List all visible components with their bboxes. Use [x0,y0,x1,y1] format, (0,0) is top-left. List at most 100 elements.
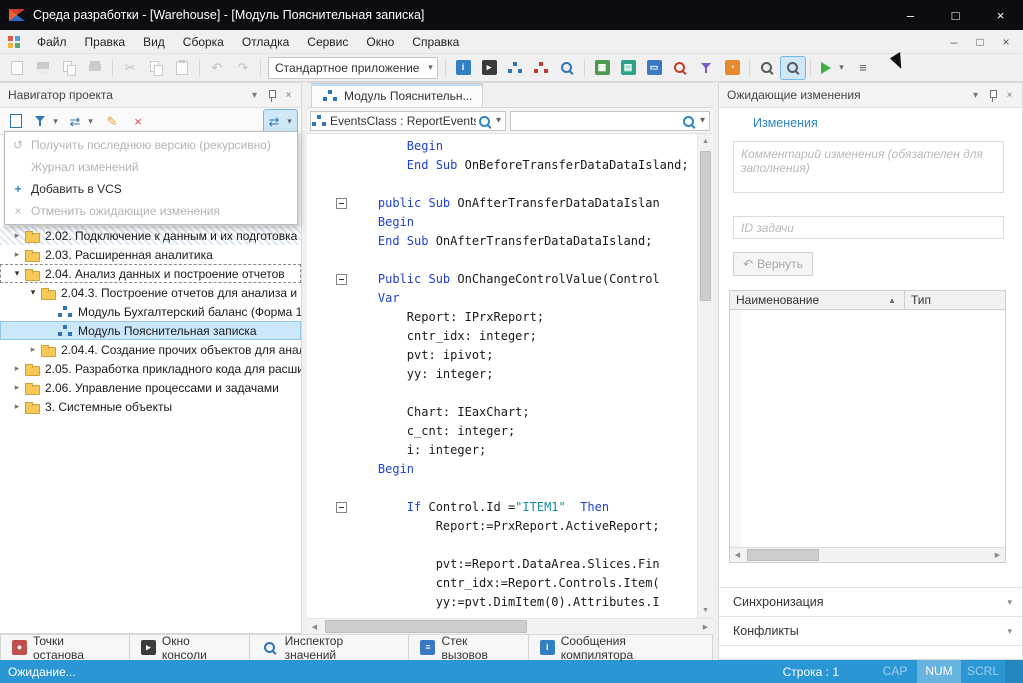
table-button[interactable]: ▦ [590,57,614,79]
value-inspector-tab[interactable]: Инспектор значений [250,635,410,660]
object-navigator-button[interactable] [503,57,527,79]
grid-scroll-thumb[interactable] [747,549,819,561]
screen-search-button[interactable] [755,57,779,79]
call-stack-tab[interactable]: ≡Стек вызовов [409,635,528,660]
changes-link[interactable]: Изменения [753,116,1022,130]
cut-button[interactable]: ✂ [118,57,142,79]
form-button[interactable]: ▭ [642,57,666,79]
navigator-pin-icon[interactable] [263,87,280,104]
navigator-close-icon[interactable]: × [280,87,297,104]
editor-tab-module[interactable]: Модуль Пояснительн... [311,83,483,107]
fold-toggle[interactable] [333,198,349,209]
horizontal-scroll-thumb[interactable] [325,620,527,633]
console-button[interactable]: ▸ [477,57,501,79]
menubar-item-build[interactable]: Сборка [174,31,233,53]
report-button[interactable]: ▤ [616,57,640,79]
code-area[interactable]: Begin End Sub OnBeforeTransferDataDataIs… [307,134,697,618]
help-button[interactable]: i [451,57,475,79]
status-toggle-scrl[interactable]: SCRL [961,660,1005,683]
tree-item[interactable]: ▾2.04. Анализ данных и построение отчето… [0,264,301,283]
tree-item[interactable]: ▸2.05. Разработка прикладного кода для р… [0,359,301,378]
scroll-up-icon[interactable]: ▲ [698,134,713,149]
run-settings-button[interactable]: ≡ [851,57,875,79]
print-button[interactable] [83,57,107,79]
editor-search-input[interactable] [511,112,680,130]
dependencies-button[interactable] [529,57,553,79]
breakpoints-tab[interactable]: ●Точки останова [0,635,130,660]
tree-item[interactable]: Модуль Бухгалтерский баланс (Форма 1) [0,302,301,321]
paste-button[interactable] [170,57,194,79]
tree-collapse-icon[interactable]: ▾ [26,287,40,298]
menubar-item-view[interactable]: Вид [134,31,174,53]
console-tab[interactable]: ▸Окно консоли [130,635,250,660]
tree-item[interactable]: ▸2.03. Расширенная аналитика [0,245,301,264]
task-id-input[interactable] [733,216,1004,239]
grid-scroll-right-icon[interactable]: ▶ [990,549,1005,562]
compiler-messages-tab[interactable]: iСообщения компилятора [529,635,713,660]
create-object-button[interactable] [4,110,28,132]
scroll-down-icon[interactable]: ▼ [698,603,713,618]
tree-expand-icon[interactable]: ▸ [10,401,24,412]
menubar-item-edit[interactable]: Правка [76,31,135,53]
tree-item[interactable]: ▸2.06. Управление процессами и задачами [0,378,301,397]
tree-item[interactable]: Модуль Пояснительная записка [0,321,301,340]
new-document-button[interactable] [5,57,29,79]
events-class-combo[interactable]: EventsClass : ReportEvents ▾ [310,111,506,131]
search-icon[interactable] [680,113,696,129]
grid-body[interactable] [730,310,1005,547]
menubar-item-help[interactable]: Справка [403,31,468,53]
filter-objects-button[interactable] [694,57,718,79]
window-search-button[interactable] [781,57,805,79]
fold-toggle[interactable] [333,502,349,513]
tree-item[interactable]: ▾2.04.3. Построение отчетов для анализа … [0,283,301,302]
mdi-close-button[interactable]: × [993,31,1019,53]
pending-pin-icon[interactable] [984,87,1001,104]
tree-item[interactable]: ▸3. Системные объекты [0,397,301,416]
pending-menu-icon[interactable]: ▾ [967,87,984,104]
vertical-scroll-thumb[interactable] [700,151,711,301]
section-synchronization[interactable]: Синхронизация ▾ [719,587,1022,616]
scheduler-button[interactable]: ◔ [720,57,744,79]
find-in-code-button[interactable] [668,57,692,79]
menubar-item-file[interactable]: Файл [28,31,76,53]
search-objects-button[interactable] [555,57,579,79]
edit-button[interactable]: ✎ [100,110,124,132]
undo-button[interactable]: ↶ [205,57,229,79]
tree-expand-icon[interactable]: ▸ [10,249,24,260]
chevron-down-icon[interactable]: ▾ [696,115,709,126]
status-toggle-cap[interactable]: CAP [873,660,917,683]
grid-scroll-left-icon[interactable]: ◀ [730,549,745,562]
section-conflicts[interactable]: Конфликты ▾ [719,616,1022,646]
status-toggle-num[interactable]: NUM [917,660,961,683]
filter-button[interactable]: ▾ [30,110,63,132]
export-button[interactable] [57,57,81,79]
grid-horizontal-scrollbar[interactable]: ◀ ▶ [730,547,1005,562]
scroll-left-icon[interactable]: ◀ [307,619,322,634]
run-button[interactable]: ▾ [816,57,849,79]
navigator-menu-icon[interactable]: ▾ [246,87,263,104]
close-button[interactable]: × [978,0,1023,30]
scroll-right-icon[interactable]: ▶ [698,619,713,634]
vcs-button[interactable]: ⇄▾ [65,110,98,132]
pending-close-icon[interactable]: × [1001,87,1018,104]
tree-collapse-icon[interactable]: ▾ [10,268,24,279]
menubar-item-service[interactable]: Сервис [298,31,357,53]
editor-search-box[interactable]: ▾ [510,111,710,131]
redo-button[interactable]: ↷ [231,57,255,79]
tree-item[interactable]: ▸2.02. Подключение к данным и их подгото… [0,226,301,245]
grid-column-type[interactable]: Тип [905,291,1005,309]
configuration-combo[interactable]: Стандартное приложение▾ [268,57,438,79]
pending-actions-menu-button[interactable]: ⇄▾ [264,110,297,132]
maximize-button[interactable]: □ [933,0,978,30]
copy-button[interactable] [144,57,168,79]
mdi-minimize-button[interactable]: – [941,31,967,53]
menubar-item-window[interactable]: Окно [357,31,403,53]
tree-expand-icon[interactable]: ▸ [26,344,40,355]
editor-horizontal-scrollbar[interactable]: ◀ ▶ [307,618,713,634]
tree-expand-icon[interactable]: ▸ [10,230,24,241]
grid-column-name[interactable]: Наименование ▲ [730,291,905,309]
tree-expand-icon[interactable]: ▸ [10,382,24,393]
menubar-item-debug[interactable]: Отладка [233,31,298,53]
delete-button[interactable]: × [126,110,150,132]
mdi-restore-button[interactable]: □ [967,31,993,53]
